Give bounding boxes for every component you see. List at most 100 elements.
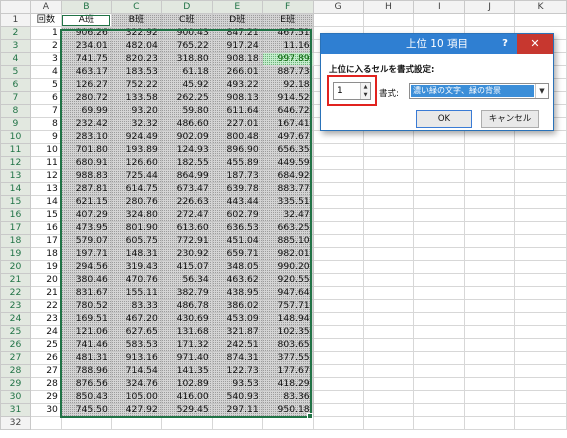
row-header[interactable]: 12: [0, 156, 31, 170]
cell-empty[interactable]: [464, 299, 516, 313]
row-header[interactable]: 1: [0, 13, 31, 27]
data-cell[interactable]: 725.44: [110, 169, 162, 183]
data-cell[interactable]: 294.56: [60, 260, 112, 274]
data-cell[interactable]: 321.87: [211, 325, 263, 339]
cell-empty[interactable]: [312, 338, 364, 352]
cell-empty[interactable]: [362, 182, 415, 196]
cell-empty[interactable]: [464, 13, 516, 27]
column-header-g[interactable]: G: [312, 0, 364, 14]
row-header[interactable]: 19: [0, 247, 31, 261]
data-cell[interactable]: 470.76: [110, 273, 162, 287]
cell-empty[interactable]: [464, 390, 516, 404]
cell-c-header[interactable]: B班: [110, 13, 162, 27]
cell-empty[interactable]: [514, 156, 567, 170]
cell-empty[interactable]: [514, 403, 567, 417]
row-header[interactable]: 11: [0, 143, 31, 157]
data-cell[interactable]: 416.00: [160, 390, 213, 404]
cell-empty[interactable]: [362, 299, 415, 313]
data-cell[interactable]: 455.89: [211, 156, 263, 170]
cell-round-number[interactable]: 7: [29, 104, 62, 118]
cell-round-number[interactable]: 3: [29, 52, 62, 66]
column-header-h[interactable]: H: [362, 0, 415, 14]
cell-round-number[interactable]: 15: [29, 208, 62, 222]
data-cell[interactable]: 701.80: [60, 143, 112, 157]
cell-empty[interactable]: [514, 182, 567, 196]
cell-empty[interactable]: [464, 208, 516, 222]
data-cell[interactable]: 583.53: [110, 338, 162, 352]
data-cell[interactable]: 714.54: [110, 364, 162, 378]
cell-round-number[interactable]: 10: [29, 143, 62, 157]
cell-empty[interactable]: [413, 208, 466, 222]
data-cell[interactable]: 896.90: [211, 143, 263, 157]
data-cell[interactable]: 803.65: [261, 338, 314, 352]
data-cell[interactable]: 283.10: [60, 130, 112, 144]
row-header[interactable]: 3: [0, 39, 31, 53]
cell-empty[interactable]: [413, 403, 466, 417]
row-header[interactable]: 31: [0, 403, 31, 417]
data-cell[interactable]: 673.47: [160, 182, 213, 196]
cell-empty[interactable]: [312, 312, 364, 326]
cell-empty[interactable]: [514, 13, 567, 27]
cell-empty[interactable]: [413, 234, 466, 248]
cell-round-number[interactable]: 24: [29, 325, 62, 339]
data-cell[interactable]: 765.22: [160, 39, 213, 53]
data-cell[interactable]: 639.78: [211, 182, 263, 196]
column-header-a[interactable]: A: [29, 0, 62, 14]
cell-empty[interactable]: [362, 377, 415, 391]
data-cell[interactable]: 297.11: [211, 403, 263, 417]
data-cell[interactable]: 266.01: [211, 65, 263, 79]
data-cell[interactable]: 820.23: [110, 52, 162, 66]
cell-empty[interactable]: [362, 221, 415, 235]
data-cell[interactable]: 183.53: [110, 65, 162, 79]
data-cell[interactable]: 427.92: [110, 403, 162, 417]
row-header[interactable]: 24: [0, 312, 31, 326]
data-cell[interactable]: 924.49: [110, 130, 162, 144]
cell-empty[interactable]: [362, 390, 415, 404]
row-header[interactable]: 18: [0, 234, 31, 248]
data-cell[interactable]: 126.27: [60, 78, 112, 92]
close-icon[interactable]: ✕: [517, 34, 553, 54]
cell-empty[interactable]: [464, 182, 516, 196]
row-header[interactable]: 8: [0, 104, 31, 118]
column-header-b[interactable]: B: [60, 0, 112, 14]
data-cell[interactable]: 131.68: [160, 325, 213, 339]
cell-empty[interactable]: [514, 325, 567, 339]
cell-empty[interactable]: [413, 299, 466, 313]
cell-top-value-highlighted[interactable]: 997.89: [261, 52, 314, 66]
data-cell[interactable]: 864.99: [160, 169, 213, 183]
data-cell[interactable]: 92.18: [261, 78, 314, 92]
data-cell[interactable]: 800.48: [211, 130, 263, 144]
cell-empty[interactable]: [312, 260, 364, 274]
row-header[interactable]: 7: [0, 91, 31, 105]
data-cell[interactable]: 418.29: [261, 377, 314, 391]
data-cell[interactable]: 950.18: [261, 403, 314, 417]
data-cell[interactable]: 684.92: [261, 169, 314, 183]
cell-empty[interactable]: [362, 286, 415, 300]
data-cell[interactable]: 242.51: [211, 338, 263, 352]
cell-empty[interactable]: [312, 351, 364, 365]
cell-empty[interactable]: [362, 325, 415, 339]
data-cell[interactable]: 467.20: [110, 312, 162, 326]
cell-empty[interactable]: [312, 221, 364, 235]
data-cell[interactable]: 227.01: [211, 117, 263, 131]
data-cell[interactable]: 45.92: [160, 78, 213, 92]
cell-round-number[interactable]: 26: [29, 351, 62, 365]
data-cell[interactable]: 913.16: [110, 351, 162, 365]
data-cell[interactable]: 656.35: [261, 143, 314, 157]
data-cell[interactable]: 663.25: [261, 221, 314, 235]
row-header[interactable]: 26: [0, 338, 31, 352]
cell-empty[interactable]: [413, 377, 466, 391]
cell-empty[interactable]: [312, 208, 364, 222]
data-cell[interactable]: 226.63: [160, 195, 213, 209]
cell-empty[interactable]: [514, 273, 567, 287]
cell-empty[interactable]: [312, 195, 364, 209]
help-icon[interactable]: ?: [497, 34, 513, 54]
data-cell[interactable]: 287.81: [60, 182, 112, 196]
data-cell[interactable]: 280.72: [60, 91, 112, 105]
cell-empty[interactable]: [464, 195, 516, 209]
row-header[interactable]: 32: [0, 416, 31, 430]
cell-empty[interactable]: [514, 364, 567, 378]
data-cell[interactable]: 122.73: [211, 364, 263, 378]
data-cell[interactable]: 908.18: [211, 52, 263, 66]
data-cell[interactable]: 121.06: [60, 325, 112, 339]
